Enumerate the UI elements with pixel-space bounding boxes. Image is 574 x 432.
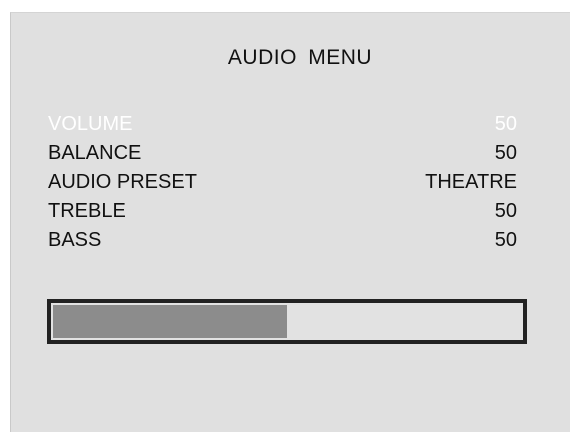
menu-item-label: VOLUME: [48, 113, 133, 135]
audio-menu-panel: AUDIO MENU VOLUME 50 BALANCE 50 AUDIO PR…: [10, 12, 570, 432]
menu-item-value: 50: [494, 200, 517, 222]
volume-level-slider[interactable]: [47, 299, 527, 344]
volume-level-fill: [53, 305, 287, 338]
menu-item-volume[interactable]: VOLUME 50: [48, 110, 517, 139]
menu-item-value: THEATRE: [425, 171, 517, 193]
menu-item-audio-preset[interactable]: AUDIO PRESET THEATRE: [48, 168, 517, 197]
menu-item-treble[interactable]: TREBLE 50: [48, 197, 517, 226]
menu-item-label: AUDIO PRESET: [48, 171, 197, 193]
menu-item-value: 50: [494, 142, 517, 164]
menu-item-balance[interactable]: BALANCE 50: [48, 139, 517, 168]
menu-item-label: TREBLE: [48, 200, 126, 222]
menu-item-value: 50: [494, 113, 517, 135]
menu-item-bass[interactable]: BASS 50: [48, 226, 517, 255]
menu-list: VOLUME 50 BALANCE 50 AUDIO PRESET THEATR…: [48, 110, 517, 255]
menu-item-label: BALANCE: [48, 142, 142, 164]
menu-title: AUDIO MENU: [227, 46, 373, 69]
menu-item-label: BASS: [48, 229, 102, 251]
menu-item-value: 50: [494, 229, 517, 251]
